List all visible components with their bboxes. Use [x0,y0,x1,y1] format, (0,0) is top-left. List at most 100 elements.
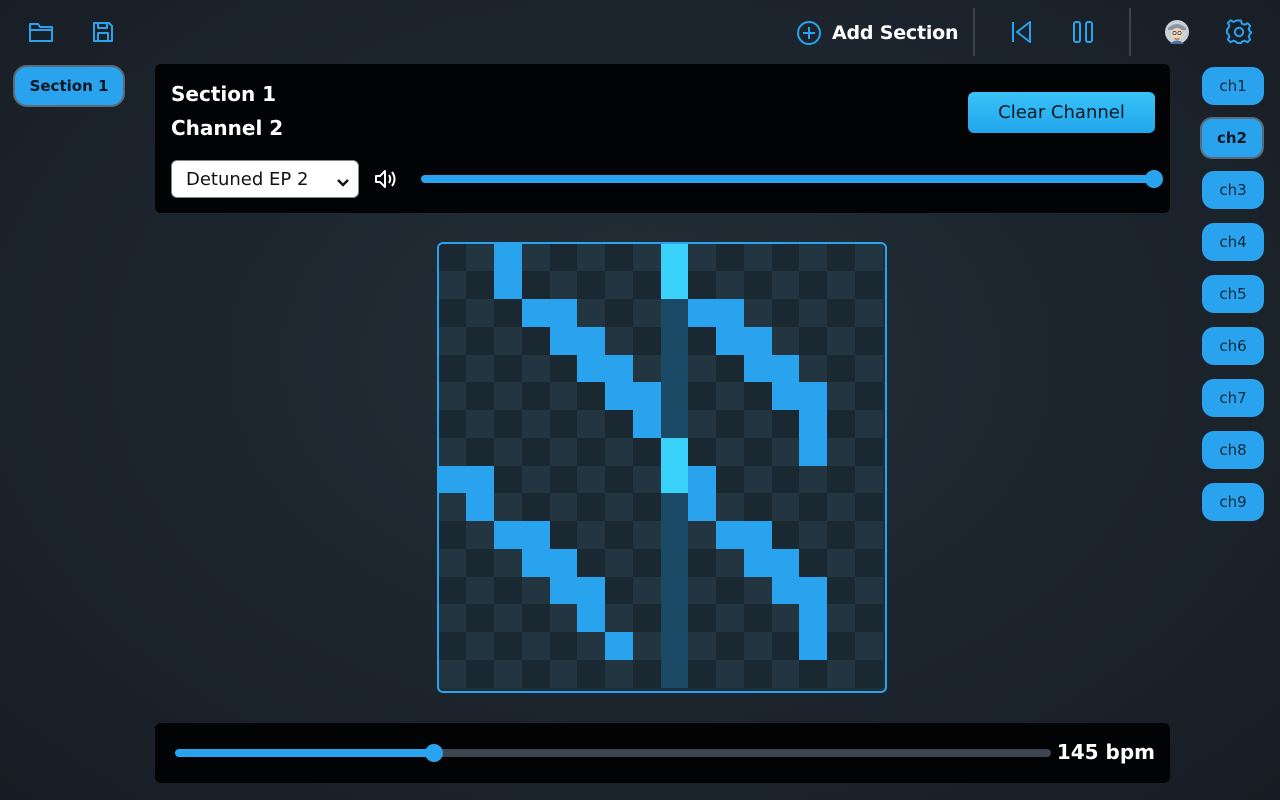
step-cell-active[interactable] [799,382,827,410]
step-cell[interactable] [799,326,827,355]
step-cell[interactable] [605,548,633,577]
step-cell-active[interactable] [743,521,772,549]
step-cell[interactable] [494,548,522,577]
step-cell[interactable] [771,437,800,466]
channel-button-ch7[interactable]: ch7 [1202,379,1264,417]
step-cell[interactable] [521,465,550,494]
step-cell-active[interactable] [521,548,550,577]
step-cell[interactable] [854,632,883,660]
step-cell-active[interactable] [632,410,661,438]
skip-to-start-button[interactable] [1001,12,1041,52]
step-cell[interactable] [854,382,883,410]
step-cell[interactable] [771,410,800,438]
step-cell[interactable] [466,244,494,272]
step-cell[interactable] [521,410,550,438]
step-cell[interactable] [660,521,689,549]
step-cell[interactable] [799,354,827,383]
step-cell[interactable] [466,437,494,466]
step-cell[interactable] [632,576,661,605]
step-cell[interactable] [577,299,605,327]
step-cell-active[interactable] [521,299,550,327]
step-cell[interactable] [605,410,633,438]
step-cell-active[interactable] [771,382,800,410]
tempo-slider[interactable] [175,744,1051,762]
step-cell[interactable] [743,437,772,466]
step-cell[interactable] [494,326,522,355]
step-cell[interactable] [854,244,883,272]
open-folder-button[interactable] [21,12,61,52]
settings-button[interactable] [1219,12,1259,52]
step-cell[interactable] [632,604,661,632]
step-cell[interactable] [439,410,467,438]
step-cell[interactable] [827,659,855,688]
step-cell[interactable] [439,299,467,327]
step-cell-active[interactable] [439,465,467,494]
step-cell[interactable] [521,437,550,466]
step-cell-active[interactable] [688,493,716,521]
step-cell[interactable] [799,271,827,299]
step-cell[interactable] [632,354,661,383]
step-cell[interactable] [466,299,494,327]
step-cell[interactable] [577,521,605,549]
step-cell[interactable] [854,271,883,299]
step-cell[interactable] [854,410,883,438]
step-cell[interactable] [743,382,772,410]
step-cell[interactable] [854,659,883,688]
step-cell[interactable] [577,632,605,660]
step-cell-active[interactable] [799,576,827,605]
step-cell[interactable] [549,465,578,494]
step-cell[interactable] [716,244,744,272]
step-cell[interactable] [466,604,494,632]
clear-channel-button[interactable]: Clear Channel [968,92,1155,133]
step-cell[interactable] [743,576,772,605]
step-cell[interactable] [688,604,716,632]
step-cell[interactable] [439,271,467,299]
step-cell[interactable] [521,493,550,521]
step-cell-active[interactable] [605,382,633,410]
step-cell-active[interactable] [549,299,578,327]
step-cell[interactable] [549,244,578,272]
step-cell[interactable] [439,244,467,272]
step-cell[interactable] [799,465,827,494]
step-cell[interactable] [827,548,855,577]
step-cell[interactable] [743,299,772,327]
step-cell[interactable] [549,382,578,410]
channel-button-ch8[interactable]: ch8 [1202,431,1264,469]
step-cell[interactable] [688,354,716,383]
step-cell[interactable] [854,548,883,577]
step-cell[interactable] [743,465,772,494]
step-cell[interactable] [494,604,522,632]
step-cell[interactable] [771,493,800,521]
step-cell[interactable] [439,548,467,577]
step-cell[interactable] [632,299,661,327]
step-cell-active[interactable] [799,410,827,438]
step-cell[interactable] [521,244,550,272]
channel-button-ch4[interactable]: ch4 [1202,223,1264,261]
step-cell[interactable] [688,271,716,299]
step-cell[interactable] [549,493,578,521]
step-cell[interactable] [466,382,494,410]
step-cell[interactable] [854,299,883,327]
step-cell[interactable] [439,604,467,632]
step-cell[interactable] [799,493,827,521]
step-cell-active[interactable] [743,354,772,383]
step-cell[interactable] [439,659,467,688]
step-cell-active[interactable] [688,465,716,494]
step-cell[interactable] [439,576,467,605]
step-cell-active[interactable] [660,244,689,272]
step-cell[interactable] [827,437,855,466]
step-cell-active[interactable] [577,326,605,355]
step-cell[interactable] [716,576,744,605]
step-cell-active[interactable] [605,354,633,383]
channel-button-ch5[interactable]: ch5 [1202,275,1264,313]
step-cell[interactable] [549,659,578,688]
step-cell-active[interactable] [605,632,633,660]
step-cell[interactable] [660,354,689,383]
step-cell-active[interactable] [771,354,800,383]
step-cell[interactable] [854,521,883,549]
step-cell[interactable] [466,576,494,605]
step-cell[interactable] [632,465,661,494]
step-cell[interactable] [632,632,661,660]
volume-slider-thumb[interactable] [1145,170,1163,188]
step-cell-active[interactable] [549,576,578,605]
